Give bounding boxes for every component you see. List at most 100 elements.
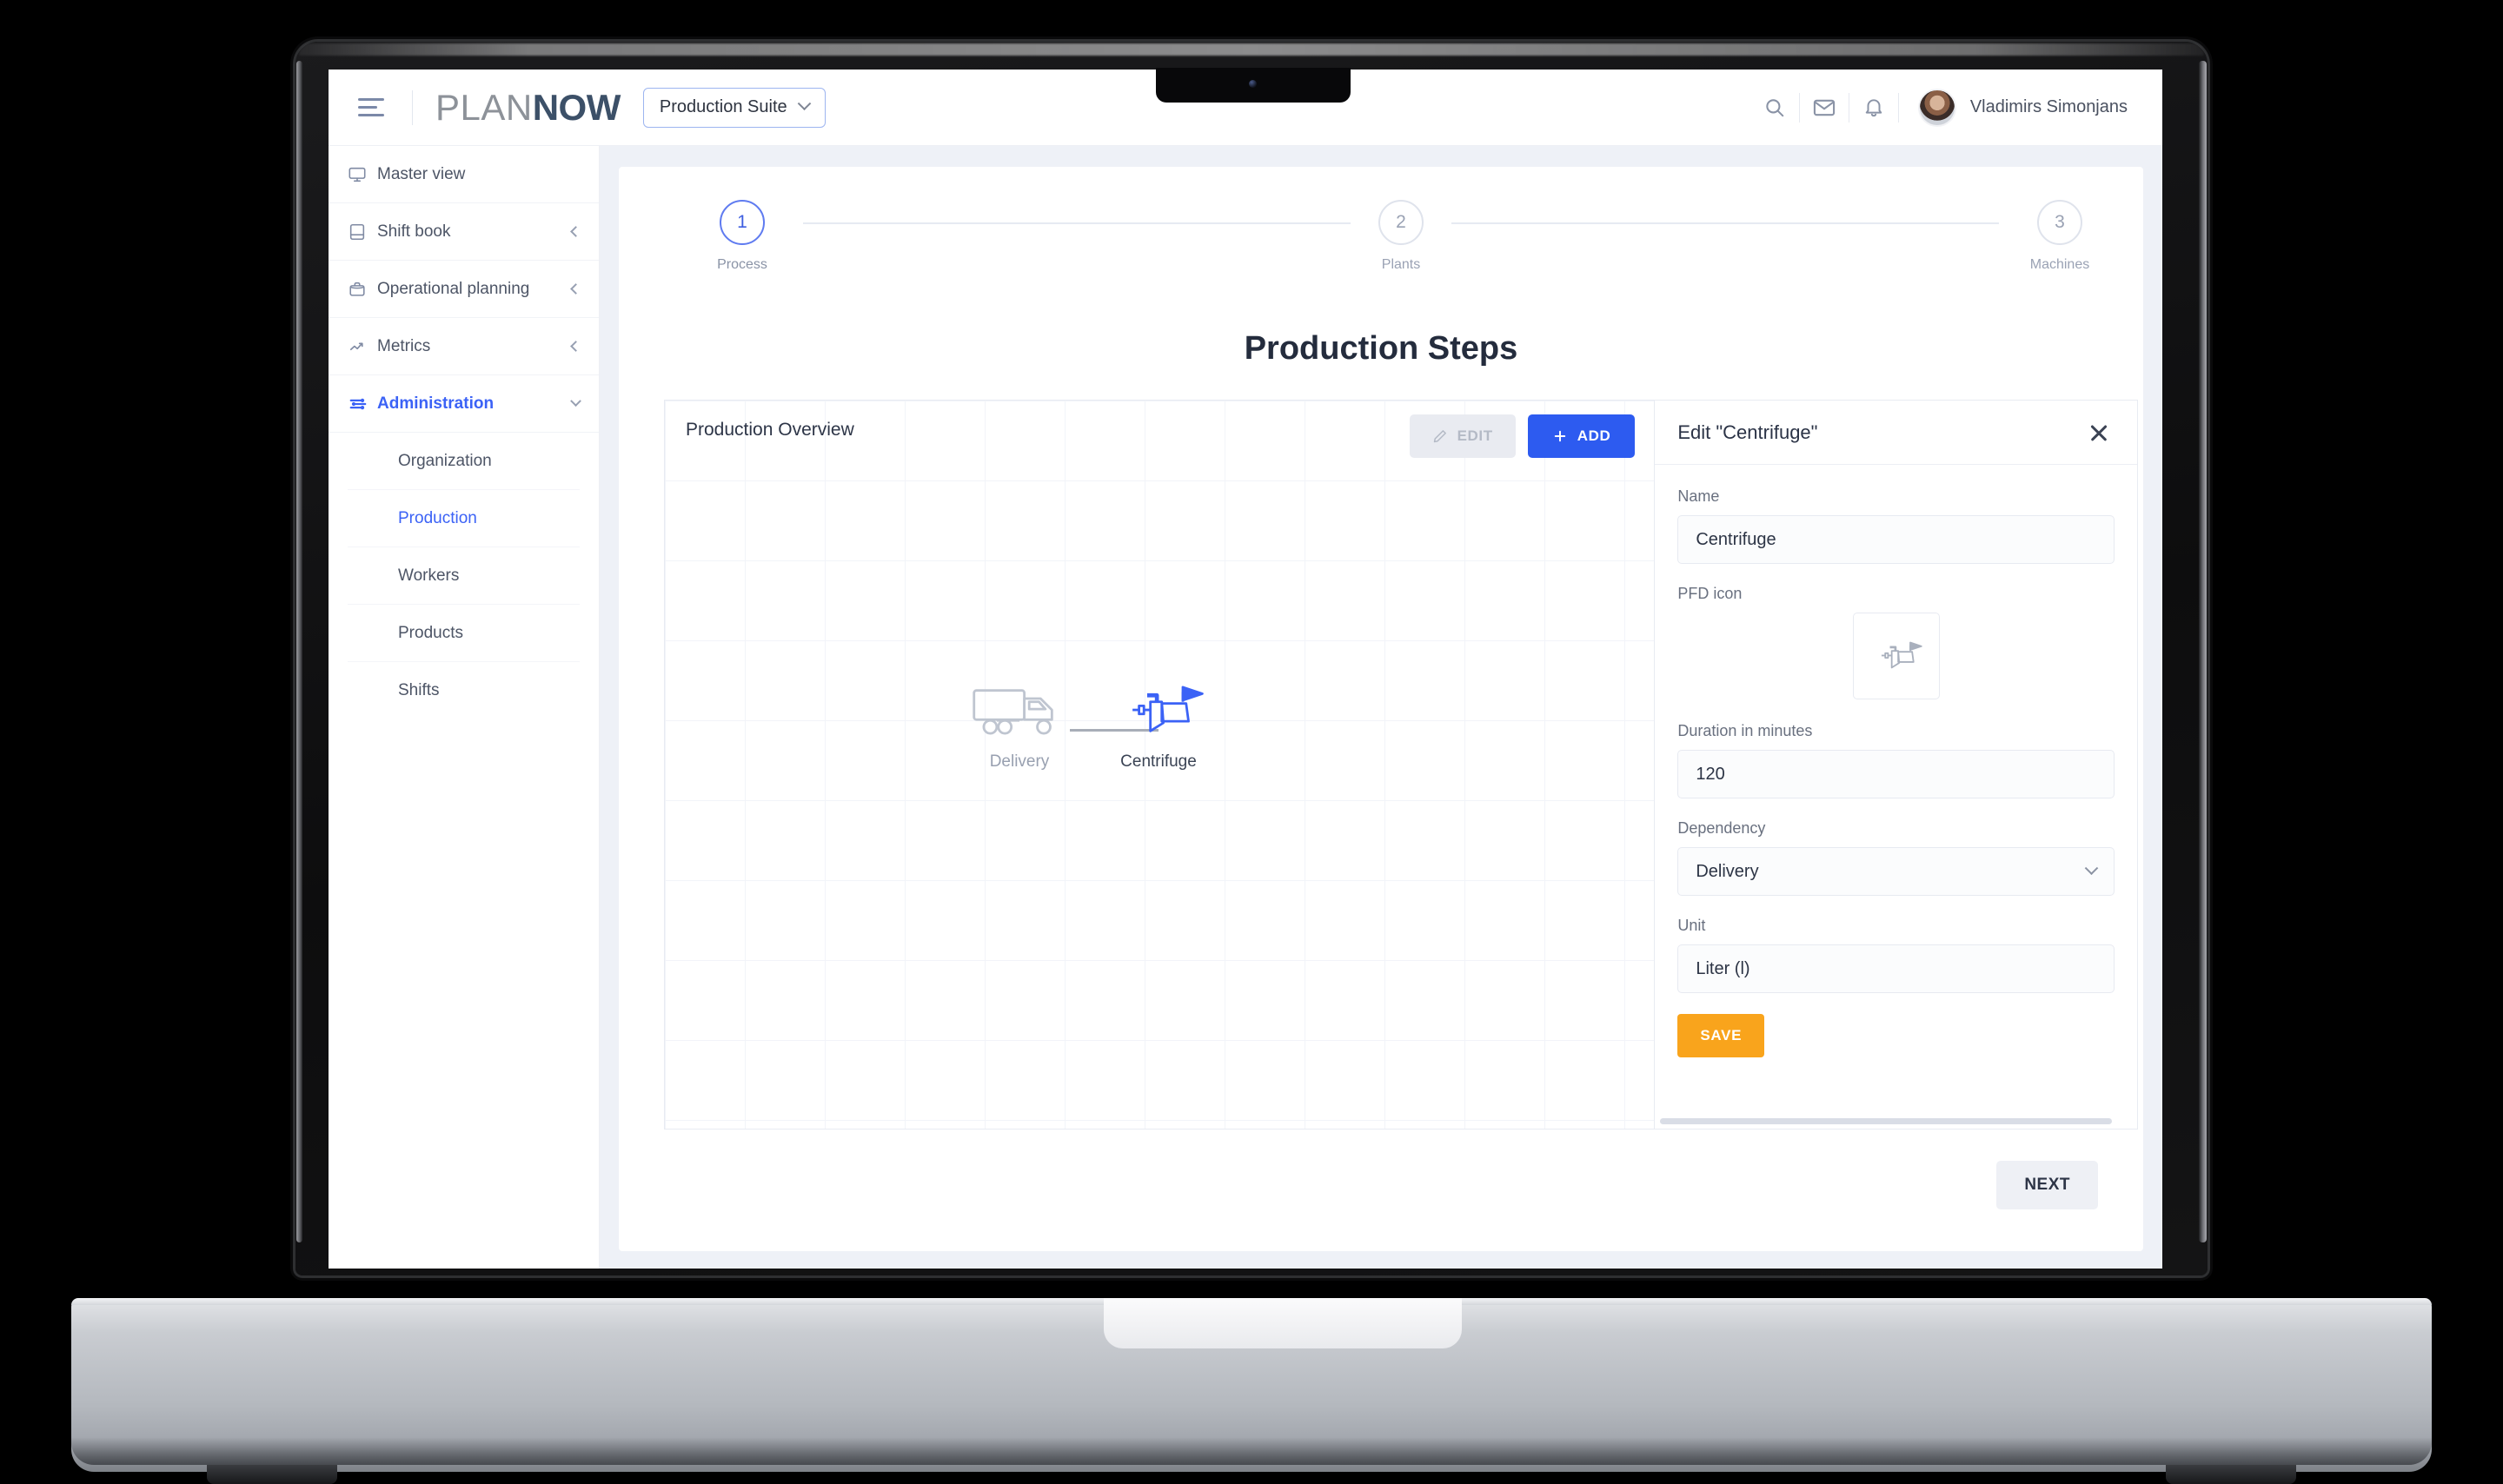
hamburger-line — [358, 98, 384, 101]
stepper-connector — [1451, 222, 1999, 224]
sidebar-subitem-label: Workers — [398, 566, 460, 585]
sidebar-subitem-organization[interactable]: Organization — [348, 433, 580, 490]
content-card: 1 Process 2 Plants 3 Machines Production… — [619, 167, 2143, 1251]
unit-field-label: Unit — [1677, 917, 1706, 934]
edit-button[interactable]: EDIT — [1409, 414, 1516, 458]
flow-node-delivery[interactable]: Delivery — [941, 680, 1098, 772]
step-label: Plants — [1381, 257, 1421, 272]
centrifuge-icon — [1132, 686, 1204, 732]
lid-top-highlight — [299, 43, 2204, 56]
production-canvas[interactable]: Production Overview EDIT ADD Delivery Ce… — [665, 401, 1656, 1129]
chevron-down-icon — [570, 395, 581, 407]
duration-field-value: 120 — [1696, 764, 1725, 784]
truck-icon — [973, 689, 1053, 735]
camera-icon — [1249, 80, 1257, 88]
search-icon[interactable] — [1750, 89, 1799, 127]
add-button-label: ADD — [1577, 427, 1611, 444]
name-field[interactable]: Centrifuge — [1677, 515, 2115, 564]
sidebar-subitem-shifts[interactable]: Shifts — [348, 662, 580, 719]
plus-icon — [1554, 430, 1565, 442]
laptop-base-shadow — [71, 1437, 2432, 1465]
edit-panel-body: Name Centrifuge PFD icon Duration in min… — [1655, 465, 2137, 1057]
sidebar-item-label: Shift book — [377, 222, 451, 241]
add-button[interactable]: ADD — [1527, 414, 1636, 458]
canvas-title: Production Overview — [686, 420, 854, 440]
page-title: Production Steps — [1244, 330, 1518, 367]
screen-viewport: PLAN NOW Production Suite Vladimirs Simo… — [329, 70, 2162, 1269]
header-actions: Vladimirs Simonjans — [1750, 88, 2128, 127]
chevron-left-icon — [570, 226, 581, 237]
unit-field-value: Liter (l) — [1696, 958, 1750, 978]
pfd-icon-picker[interactable] — [1852, 613, 1940, 699]
sidebar-subitem-products[interactable]: Products — [348, 605, 580, 662]
sidebar-subitem-workers[interactable]: Workers — [348, 547, 580, 605]
panel-horizontal-scrollbar[interactable] — [1660, 1118, 2113, 1124]
brand-logo-now: NOW — [532, 86, 621, 128]
chevron-down-icon — [797, 96, 811, 111]
duration-field[interactable]: 120 — [1677, 750, 2115, 798]
sidebar-item-label: Master view — [377, 164, 466, 183]
step-plants[interactable]: 2 Plants — [1340, 200, 1462, 273]
unit-field[interactable]: Liter (l) — [1677, 944, 2115, 993]
sidebar-item-master-view[interactable]: Master view — [329, 146, 599, 203]
chevron-left-icon — [570, 341, 581, 352]
laptop-base-notch — [1104, 1298, 1462, 1348]
step-machines[interactable]: 3 Machines — [1999, 200, 2121, 273]
canvas-actions: EDIT ADD — [1409, 414, 1636, 458]
brand-logo-plan: PLAN — [435, 86, 533, 128]
step-label: Process — [717, 257, 767, 272]
flow-node-label: Delivery — [989, 752, 1050, 771]
laptop-foot-right — [2166, 1465, 2296, 1484]
brand-logo[interactable]: PLAN NOW — [435, 87, 621, 129]
sidebar-item-label: Administration — [377, 394, 495, 413]
pfd-icon-field-label: PFD icon — [1677, 585, 1743, 602]
sidebar-subitem-label: Organization — [398, 451, 492, 470]
sidebar-item-label: Metrics — [377, 336, 431, 355]
sidebar-item-operational-planning[interactable]: Operational planning — [329, 261, 599, 318]
step-number: 3 — [2037, 200, 2082, 245]
dependency-field-value: Delivery — [1696, 861, 1759, 881]
bell-icon[interactable] — [1849, 89, 1898, 127]
duration-field-label: Duration in minutes — [1677, 722, 1813, 739]
sidebar-item-metrics[interactable]: Metrics — [329, 318, 599, 375]
suite-selector[interactable]: Production Suite — [642, 87, 826, 128]
sidebar-subitem-label: Products — [398, 623, 463, 642]
lid-right-edge — [2199, 61, 2207, 1242]
dependency-select[interactable]: Delivery — [1677, 847, 2115, 896]
header-separator — [1897, 92, 1899, 123]
close-icon[interactable] — [2083, 417, 2115, 448]
edit-panel-title: Edit "Centrifuge" — [1677, 421, 1818, 443]
step-process[interactable]: 1 Process — [681, 200, 803, 273]
flow-node-label: Centrifuge — [1120, 752, 1197, 771]
sidebar: Master view Shift book Operational plann… — [329, 146, 600, 1269]
sidebar-subitem-production[interactable]: Production — [348, 490, 580, 547]
sidebar-subitem-label: Shifts — [398, 681, 440, 699]
next-button[interactable]: NEXT — [1996, 1161, 2098, 1209]
avatar[interactable] — [1917, 88, 1956, 127]
name-field-label: Name — [1677, 487, 1720, 505]
lid-left-edge — [296, 61, 302, 1242]
save-button[interactable]: SAVE — [1677, 1014, 1765, 1057]
dependency-field-label: Dependency — [1677, 819, 1766, 837]
mail-icon[interactable] — [1800, 89, 1849, 127]
edit-button-label: EDIT — [1457, 427, 1493, 444]
chevron-down-icon — [2084, 860, 2099, 875]
sliders-icon — [348, 394, 377, 414]
edit-panel-header: Edit "Centrifuge" — [1655, 401, 2137, 465]
stepper-connector — [803, 222, 1351, 224]
sidebar-item-shift-book[interactable]: Shift book — [329, 203, 599, 261]
hamburger-icon[interactable] — [358, 95, 389, 121]
suite-selector-label: Production Suite — [659, 97, 787, 116]
page-area: 1 Process 2 Plants 3 Machines Production… — [600, 146, 2162, 1269]
briefcase-icon — [348, 280, 377, 299]
edit-panel: Edit "Centrifuge" Name Centrifuge PFD ic… — [1655, 401, 2137, 1129]
name-field-value: Centrifuge — [1696, 529, 1776, 549]
laptop-mockup: PLAN NOW Production Suite Vladimirs Simo… — [0, 0, 2503, 1484]
sidebar-item-administration[interactable]: Administration — [329, 375, 599, 433]
sidebar-subitem-label: Production — [398, 508, 477, 527]
flow-node-centrifuge[interactable]: Centrifuge — [1080, 680, 1237, 772]
step-number: 1 — [720, 200, 765, 245]
hamburger-line — [358, 114, 384, 116]
step-number: 2 — [1378, 200, 1424, 245]
user-name[interactable]: Vladimirs Simonjans — [1970, 97, 2128, 117]
